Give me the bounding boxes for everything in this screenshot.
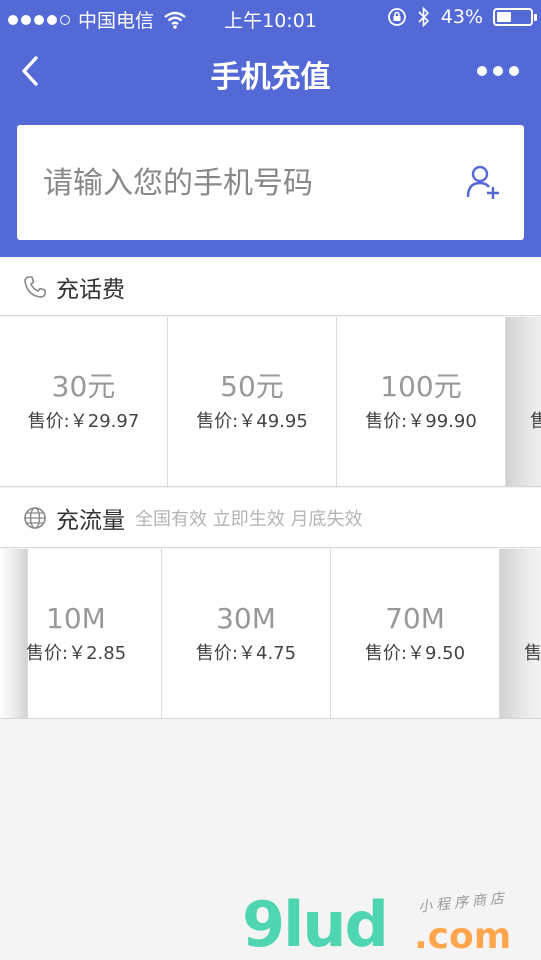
card-price: 售价:￥99.90 xyxy=(365,411,477,432)
data-card-70m[interactable]: 70M 售价:￥9.50 xyxy=(331,549,500,718)
add-contact-button[interactable] xyxy=(464,163,502,201)
card-price: 售价:￥49.95 xyxy=(196,411,308,432)
call-section-label: 充话费 xyxy=(56,276,125,303)
card-price: 售价:￥9.50 xyxy=(364,643,466,664)
card-price: 售价:￥2.85 xyxy=(26,643,127,664)
data-card-10m[interactable]: 10M 售价:￥2.85 xyxy=(26,549,162,718)
battery-icon xyxy=(493,8,537,26)
card-amount xyxy=(500,601,541,637)
phone-input-box xyxy=(17,125,524,240)
card-price: 售价:￥29.97 xyxy=(27,411,140,432)
data-card-list: 10M 售价:￥2.85 30M 售价:￥4.75 70M 售价:￥9.50 售 xyxy=(0,549,541,719)
watermark: 9lud 小程序商店 .com xyxy=(242,882,541,960)
data-section-label: 充流量 xyxy=(56,507,125,534)
watermark-tagline: 小程序商店 xyxy=(417,890,509,916)
call-card-list: 30元 售价:￥29.97 50元 售价:￥49.95 100元 售价:￥99.… xyxy=(0,317,541,487)
card-amount: 30元 xyxy=(51,370,116,403)
more-button[interactable] xyxy=(477,66,519,76)
card-amount: 50元 xyxy=(220,370,284,403)
card-amount: 100元 xyxy=(380,370,462,403)
card-amount xyxy=(506,369,541,405)
data-section-note: 全国有效 立即生效 月底失效 xyxy=(135,508,363,530)
call-card-30[interactable]: 30元 售价:￥29.97 xyxy=(0,317,168,486)
card-price: 售 xyxy=(524,643,541,664)
card-amount: 10M xyxy=(46,602,106,635)
call-card-partial[interactable]: 售 xyxy=(506,317,541,486)
status-bar: 中国电信 上午10:01 43% xyxy=(0,0,541,36)
add-contact-icon xyxy=(466,165,499,199)
globe-icon xyxy=(24,506,46,529)
watermark-logo: 9lud xyxy=(242,888,389,960)
phone-number-input[interactable] xyxy=(43,155,443,211)
data-section-header: 充流量 全国有效 立即生效 月底失效 xyxy=(0,488,541,548)
phone-icon xyxy=(24,275,46,298)
rotation-lock-icon xyxy=(387,8,406,26)
call-section-header: 充话费 xyxy=(0,258,541,316)
card-amount: 30M xyxy=(216,602,276,635)
page-title: 手机充值 xyxy=(210,60,331,95)
data-card-edge xyxy=(0,549,28,718)
call-card-50[interactable]: 50元 售价:￥49.95 xyxy=(168,317,337,486)
nav-bar: 手机充值 xyxy=(0,40,541,102)
header-bar: 中国电信 上午10:01 43% 手机充值 请输入您的手机号码 xyxy=(0,0,541,257)
more-dots-icon xyxy=(477,66,487,76)
battery-percent: 43% xyxy=(440,6,483,28)
bluetooth-icon xyxy=(418,6,429,28)
data-card-partial[interactable]: 售 xyxy=(500,549,541,718)
card-price: 售价:￥4.75 xyxy=(195,643,297,664)
watermark-domain: .com xyxy=(414,916,512,957)
card-amount: 70M xyxy=(385,602,445,635)
data-card-30m[interactable]: 30M 售价:￥4.75 xyxy=(162,549,331,718)
card-price: 售 xyxy=(506,407,541,433)
call-card-100[interactable]: 100元 售价:￥99.90 xyxy=(337,317,506,486)
